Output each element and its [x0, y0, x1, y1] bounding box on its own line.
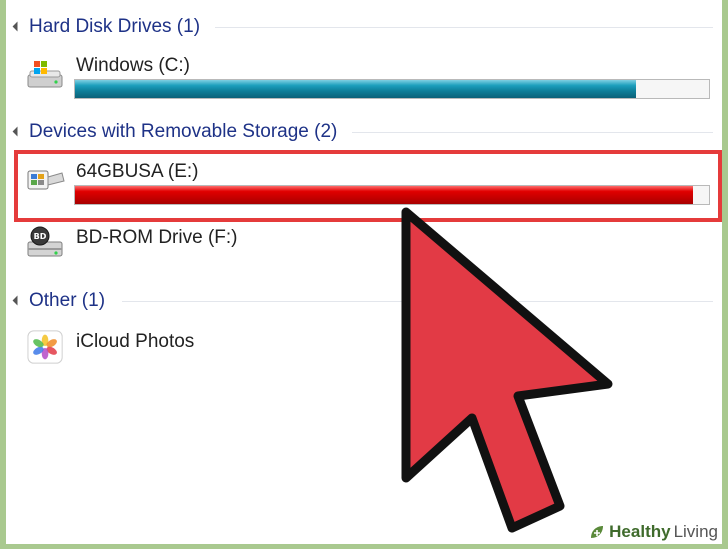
group-divider [215, 27, 713, 28]
bd-rom-drive-icon: BD [27, 226, 63, 257]
group-header-hard-disk-drives[interactable]: Hard Disk Drives (1) [12, 14, 201, 40]
group-divider [352, 132, 713, 133]
photos-icon [27, 330, 63, 364]
drive-usage-bar [74, 79, 710, 99]
collapse-triangle-icon[interactable] [12, 126, 23, 136]
hard-drive-icon [27, 61, 63, 88]
group-title: Devices with Removable Storage (2) [29, 121, 338, 142]
red-arrow-cursor-icon [401, 207, 613, 533]
drive-usage-fill [75, 80, 637, 98]
group-header-other[interactable]: Other (1) [12, 288, 106, 314]
drive-label: BD-ROM Drive (F:) [76, 227, 238, 248]
watermark: Healthy Living [585, 520, 722, 544]
group-title: Hard Disk Drives (1) [29, 16, 201, 37]
leaf-plus-icon [591, 526, 604, 538]
group-header-removable-storage[interactable]: Devices with Removable Storage (2) [12, 119, 338, 145]
drive-label: Windows (C:) [76, 55, 191, 76]
collapse-triangle-icon[interactable] [12, 21, 23, 31]
group-title: Other (1) [29, 290, 106, 311]
item-label: iCloud Photos [76, 331, 195, 352]
collapse-triangle-icon[interactable] [12, 295, 23, 305]
watermark-part2: Living [673, 522, 718, 541]
svg-text:BD: BD [34, 232, 47, 241]
watermark-part1: Healthy [609, 522, 671, 541]
